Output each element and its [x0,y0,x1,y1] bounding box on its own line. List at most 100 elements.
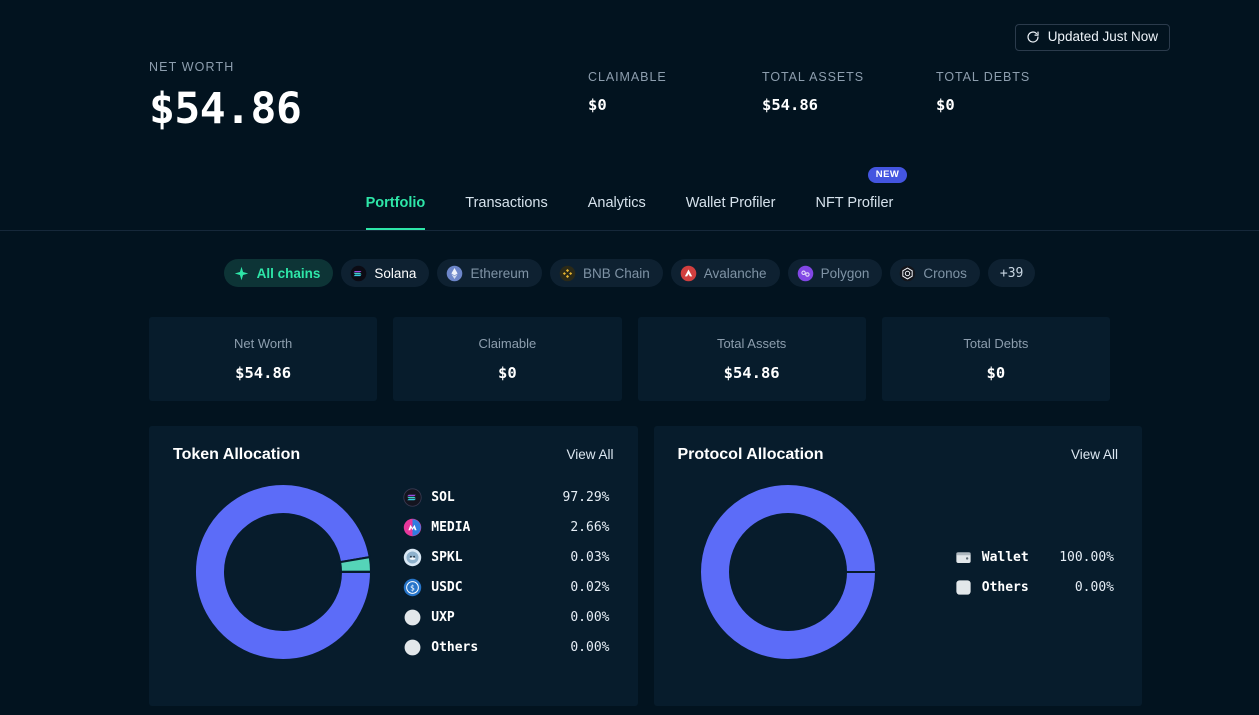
legend-label: UXP [431,609,455,625]
protocol-allocation-body: Wallet 100.00% Others 0.00% [678,464,1119,680]
svg-text:$: $ [410,583,415,592]
net-worth-block: NET WORTH $54.86 [149,60,588,134]
chain-pill-avalanche[interactable]: Avalanche [670,259,780,287]
chain-pill-bnb-chain[interactable]: BNB Chain [549,259,663,287]
summary-card-value: $0 [498,364,517,382]
list-item[interactable]: SOL 97.29% [403,482,610,512]
tab-portfolio[interactable]: Portfolio [346,178,446,230]
tab-nft-profiler[interactable]: NEW NFT Profiler [795,167,913,230]
chain-pill-label: BNB Chain [582,265,650,281]
new-badge: NEW [867,167,908,183]
chain-pill-ethereum[interactable]: Ethereum [437,259,542,287]
hero-section: Updated Just Now NET WORTH $54.86 CLAIMA… [0,0,1259,134]
legend-label: SPKL [431,549,463,565]
legend-value: 97.29% [562,489,610,505]
refresh-label: Updated Just Now [1047,29,1158,45]
legend-label: Others [431,639,479,655]
sparkle-icon [233,265,250,282]
tab-analytics[interactable]: Analytics [568,178,666,230]
summary-card-value: $0 [986,364,1006,382]
protocol-legend: Wallet 100.00% Others 0.00% [898,542,1118,602]
protocol-donut-svg [698,483,877,661]
protocol-allocation-panel: Protocol Allocation View All Wallet 100.… [653,426,1142,706]
summary-card-net-worth: Net Worth $54.86 [149,317,378,401]
tab-label: Portfolio [365,195,426,211]
summary-card-label: Total Assets [716,336,787,351]
legend-value: 0.00% [570,639,610,655]
tab-label: NFT Profiler [815,195,894,211]
others-icon [403,638,422,657]
legend-value: 0.00% [1074,579,1114,595]
chain-pill-all-chains[interactable]: All chains [223,259,334,287]
summary-cards: Net Worth $54.86 Claimable $0 Total Asse… [0,287,1259,401]
summary-card-value: $54.86 [723,364,780,382]
token-donut-chart [173,482,393,662]
legend-label: MEDIA [431,519,471,535]
legend-label: Wallet [981,549,1029,565]
chain-pill-cronos[interactable]: Cronos [890,259,980,287]
list-item[interactable]: Wallet 100.00% [954,542,1114,572]
token-legend: SOL 97.29% MEDIA 2.66% SPKL 0.03% $ USDC… [393,482,613,662]
hero-stat-label: CLAIMABLE [588,70,667,84]
legend-label: Others [981,579,1029,595]
token-allocation-panel: Token Allocation View All SOL 97.29% MED… [149,426,638,706]
tab-transactions[interactable]: Transactions [445,178,567,230]
token-donut-svg [194,483,373,661]
chain-pill-label: Polygon [820,265,870,281]
summary-card-total-debts: Total Debts $0 [881,317,1110,401]
legend-value: 100.00% [1059,549,1114,565]
tab-label: Wallet Profiler [685,195,776,211]
solana-icon [350,265,367,282]
hero-stat-value: $0 [588,96,607,114]
others-icon [954,578,973,597]
hero-stat-label: TOTAL ASSETS [762,70,865,84]
list-item[interactable]: Others 0.00% [954,572,1114,602]
hero-stats: CLAIMABLE $0 TOTAL ASSETS $54.86 TOTAL D… [588,60,1110,114]
chain-filter-list: All chains Solana Ethereum BNB Chain Ava… [0,231,1259,287]
chain-pill-label: Solana [374,265,417,281]
panel-title: Protocol Allocation [677,446,824,463]
chain-pill-label: +39 [999,265,1024,281]
cronos-icon [899,265,916,282]
nav-tabs-bar: Portfolio Transactions Analytics Wallet … [0,167,1259,231]
chain-pill-more[interactable]: +39 [987,259,1036,287]
chain-pill-polygon[interactable]: Polygon [787,259,883,287]
legend-value: 0.00% [570,609,610,625]
tab-label: Transactions [465,195,548,211]
chain-pill-solana[interactable]: Solana [341,259,430,287]
list-item[interactable]: $ USDC 0.02% [403,572,610,602]
polygon-icon [797,265,814,282]
list-item[interactable]: UXP 0.00% [403,602,610,632]
protocol-donut-chart [678,482,898,662]
summary-card-label: Claimable [478,336,537,351]
avalanche-icon [680,265,697,282]
chain-pill-label: Cronos [923,265,967,281]
hero-row: NET WORTH $54.86 CLAIMABLE $0 TOTAL ASSE… [149,0,1110,134]
tab-wallet-profiler[interactable]: Wallet Profiler [666,178,796,230]
refresh-button[interactable]: Updated Just Now [1014,24,1170,51]
chain-pill-label: Avalanche [703,265,767,281]
summary-card-label: Net Worth [233,336,293,351]
list-item[interactable]: Others 0.00% [403,632,610,662]
panel-title: Token Allocation [173,446,301,463]
hero-stat-total-debts: TOTAL DEBTS $0 [936,70,1110,114]
allocation-panels: Token Allocation View All SOL 97.29% MED… [0,401,1259,706]
legend-value: 2.66% [570,519,610,535]
wallet-icon [954,548,973,567]
summary-card-total-assets: Total Assets $54.86 [637,317,866,401]
token-allocation-body: SOL 97.29% MEDIA 2.66% SPKL 0.03% $ USDC… [173,464,614,680]
legend-value: 0.03% [570,549,610,565]
tab-label: Analytics [587,195,646,211]
list-item[interactable]: SPKL 0.03% [403,542,610,572]
net-worth-value: $54.86 [149,84,302,134]
token-view-all-link[interactable]: View All [566,447,613,462]
summary-card-value: $54.86 [235,364,292,382]
nav-tabs: Portfolio Transactions Analytics Wallet … [0,167,1259,230]
sol-icon [403,487,422,507]
hero-stat-total-assets: TOTAL ASSETS $54.86 [762,70,936,114]
list-item[interactable]: MEDIA 2.66% [403,512,610,542]
spkl-icon [403,548,422,567]
protocol-view-all-link[interactable]: View All [1071,447,1118,462]
portfolio-dashboard: Updated Just Now NET WORTH $54.86 CLAIMA… [0,0,1259,715]
hero-stat-value: $54.86 [762,96,818,114]
